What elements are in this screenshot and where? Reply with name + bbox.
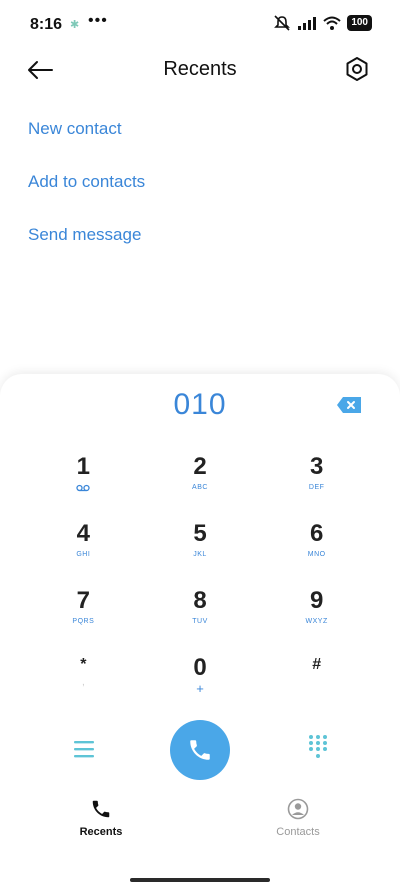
key-0[interactable]: 0 +: [142, 653, 259, 720]
contact-icon: [287, 798, 309, 820]
key-digit: 2: [193, 453, 207, 480]
nav-contacts-label: Contacts: [276, 826, 320, 838]
key-letters: DEF: [308, 484, 325, 491]
key-6[interactable]: 6 MNO: [258, 519, 375, 586]
keypad: 1 2 ABC 3 DEF 4 GHI 5 JKL 6 MNO 7 PQRS 8…: [25, 452, 375, 720]
key-letters: MNO: [307, 551, 326, 558]
signal-icon: [298, 17, 317, 30]
nav-contacts[interactable]: Contacts: [248, 798, 348, 838]
status-time: 8:16: [30, 16, 63, 33]
key-5[interactable]: 5 JKL: [142, 519, 259, 586]
page-title: Recents: [163, 58, 237, 80]
phone-icon: [92, 800, 110, 818]
key-letters: GHI: [76, 551, 91, 558]
key-letters: WXYZ: [305, 618, 328, 625]
key-letters: TUV: [192, 618, 208, 625]
key-digit: 1: [76, 453, 90, 480]
key-digit: 8: [193, 587, 207, 614]
menu-button[interactable]: [72, 738, 96, 760]
status-bar: 8:16 ✱ ••• 100: [0, 0, 400, 50]
key-9[interactable]: 9 WXYZ: [258, 586, 375, 653]
key-digit: 0: [193, 654, 207, 681]
voicemail-icon: [76, 484, 90, 494]
app-notification-icon: ✱: [70, 19, 80, 31]
home-indicator[interactable]: [130, 878, 270, 882]
key-star[interactable]: * ,: [25, 653, 142, 720]
call-button[interactable]: [170, 720, 230, 780]
key-digit: 3: [309, 453, 324, 480]
header: Recents: [0, 50, 400, 90]
key-8[interactable]: 8 TUV: [142, 586, 259, 653]
mute-icon: [274, 15, 291, 31]
key-digit: 5: [193, 520, 207, 547]
key-3[interactable]: 3 DEF: [258, 452, 375, 519]
key-digit: 6: [309, 520, 324, 547]
status-icons: 100: [273, 15, 372, 31]
wifi-icon: [323, 16, 341, 30]
send-message-link[interactable]: Send message: [28, 218, 145, 271]
key-letters: ABC: [192, 484, 208, 491]
key-hash[interactable]: #: [258, 653, 375, 720]
backspace-button[interactable]: [336, 396, 362, 414]
menu-icon: [74, 741, 94, 758]
settings-button[interactable]: [344, 56, 370, 82]
bottom-nav: Recents Contacts: [0, 798, 400, 848]
key-1[interactable]: 1: [25, 452, 142, 519]
key-letters: ,: [81, 677, 85, 688]
more-notifications-indicator: •••: [88, 12, 108, 29]
key-digit: 9: [309, 587, 324, 614]
number-actions: New contact Add to contacts Send message: [28, 112, 145, 271]
key-digit: #: [312, 656, 322, 673]
dialpad-toggle-button[interactable]: [308, 734, 328, 760]
key-digit: *: [80, 656, 87, 673]
key-4[interactable]: 4 GHI: [25, 519, 142, 586]
battery-icon: 100: [347, 15, 372, 31]
dialpad-sheet: 010 1 2 ABC 3 DEF 4 GHI 5 JKL 6 MNO 7 PQ…: [0, 374, 400, 888]
key-letters: PQRS: [72, 618, 95, 625]
key-letters: +: [196, 681, 204, 696]
key-2[interactable]: 2 ABC: [142, 452, 259, 519]
nav-recents[interactable]: Recents: [51, 798, 151, 838]
key-digit: 4: [76, 520, 90, 547]
settings-icon: [346, 57, 368, 81]
backspace-icon: [337, 397, 361, 413]
phone-icon: [190, 740, 210, 760]
dialpad-icon: [309, 735, 327, 758]
key-digit: 7: [76, 587, 90, 614]
key-letters: JKL: [193, 551, 207, 558]
call-row: [0, 720, 400, 780]
nav-recents-label: Recents: [79, 826, 123, 838]
add-to-contacts-link[interactable]: Add to contacts: [28, 165, 145, 218]
new-contact-link[interactable]: New contact: [28, 112, 145, 165]
key-7[interactable]: 7 PQRS: [25, 586, 142, 653]
